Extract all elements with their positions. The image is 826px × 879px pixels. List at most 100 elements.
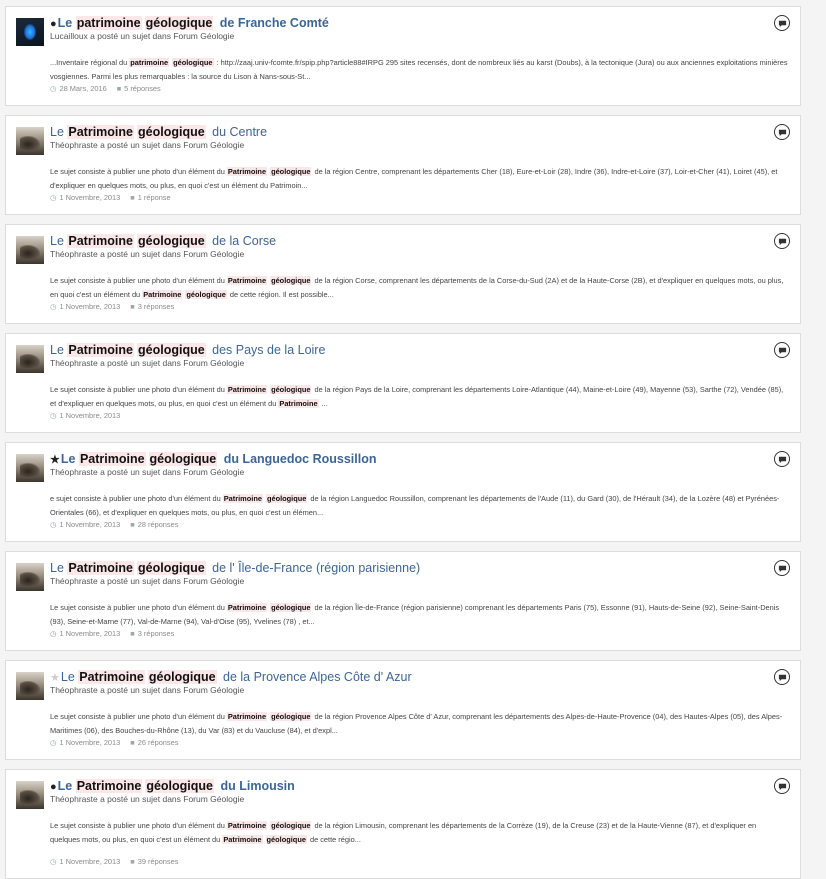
result-date[interactable]: ◷ 1 Novembre, 2013 <box>50 193 120 202</box>
result-date[interactable]: ◷ 28 Mars, 2016 <box>50 84 107 93</box>
result-title-link[interactable]: Le Patrimoine géologique de l' Île-de-Fra… <box>50 561 760 576</box>
result-meta: Théophraste a posté un sujet dans Forum … <box>50 467 245 477</box>
avatar[interactable] <box>16 563 44 591</box>
avatar[interactable] <box>16 672 44 700</box>
replies-text: 28 réponses <box>137 520 179 529</box>
snippet-text: Le sujet consiste à publier une photo d'… <box>50 167 227 176</box>
result-replies[interactable]: ■ 5 réponses <box>117 84 161 93</box>
chat-bubble-icon[interactable] <box>774 342 790 358</box>
snippet-highlight: patrimoine <box>129 58 170 67</box>
comment-icon: ■ <box>130 857 135 866</box>
clock-icon: ◷ <box>50 738 57 747</box>
chat-bubble-icon[interactable] <box>774 451 790 467</box>
replies-text: 1 réponse <box>137 193 171 202</box>
snippet-highlight: Patrimoine <box>278 399 319 408</box>
replies-text: 3 réponses <box>137 629 175 638</box>
result-date[interactable]: ◷ 1 Novembre, 2013 <box>50 411 120 420</box>
result-title-link[interactable]: ●Le Patrimoine géologique du Limousin <box>50 779 760 795</box>
result-snippet: Le sujet consiste à publier une photo d'… <box>50 819 788 847</box>
avatar[interactable] <box>16 236 44 264</box>
chat-bubble-icon[interactable] <box>774 669 790 685</box>
result-date[interactable]: ◷ 1 Novembre, 2013 <box>50 520 120 529</box>
avatar[interactable] <box>16 127 44 155</box>
result-meta: Théophraste a posté un sujet dans Forum … <box>50 249 245 259</box>
result-date[interactable]: ◷ 1 Novembre, 2013 <box>50 302 120 311</box>
snippet-highlight: Patrimoine <box>142 290 183 299</box>
snippet-highlight: géologique <box>270 712 312 721</box>
title-prefix: Le <box>50 343 68 357</box>
chat-bubble-icon[interactable] <box>774 233 790 249</box>
result-replies[interactable]: ■ 3 réponses <box>130 302 174 311</box>
result-footer: ◷ 1 Novembre, 2013 ■ 39 réponses <box>50 857 178 866</box>
snippet-highlight: Patrimoine <box>222 835 263 844</box>
result-title-link[interactable]: ●Le patrimoine géologique de Franche Comt… <box>50 16 760 32</box>
result-title-link[interactable]: Le Patrimoine géologique du Centre <box>50 125 760 140</box>
result-title-link[interactable]: ★Le Patrimoine géologique du Languedoc Ro… <box>50 452 760 468</box>
avatar[interactable] <box>16 345 44 373</box>
result-replies[interactable]: ■ 28 réponses <box>130 520 178 529</box>
date-text: 1 Novembre, 2013 <box>59 629 121 638</box>
avatar[interactable] <box>16 18 44 46</box>
result-date[interactable]: ◷ 1 Novembre, 2013 <box>50 857 120 866</box>
title-highlight: Patrimoine <box>67 234 134 248</box>
result-date[interactable]: ◷ 1 Novembre, 2013 <box>50 629 120 638</box>
snippet-highlight: Patrimoine <box>226 385 268 394</box>
avatar[interactable] <box>16 781 44 809</box>
result-replies[interactable]: ■ 3 réponses <box>130 629 174 638</box>
replies-text: 26 réponses <box>137 738 179 747</box>
result-date[interactable]: ◷ 1 Novembre, 2013 <box>50 738 120 747</box>
comment-icon: ■ <box>130 193 135 202</box>
clock-icon: ◷ <box>50 520 57 529</box>
chat-bubble-icon[interactable] <box>774 560 790 576</box>
result-card: Le Patrimoine géologique de la Corse Théop… <box>5 224 801 324</box>
date-text: 1 Novembre, 2013 <box>59 520 121 529</box>
title-suffix: de l' Île-de-France (région parisienne) <box>208 561 421 575</box>
result-meta: Théophraste a posté un sujet dans Forum … <box>50 140 245 150</box>
result-title-link[interactable]: Le Patrimoine géologique de la Corse <box>50 234 760 249</box>
chat-bubble-icon[interactable] <box>774 15 790 31</box>
avatar[interactable] <box>16 454 44 482</box>
title-suffix: du Languedoc Roussillon <box>220 452 377 466</box>
title-highlight: Patrimoine <box>75 779 143 793</box>
title-suffix: de Franche Comté <box>216 16 329 30</box>
result-replies[interactable]: ■ 1 réponse <box>130 193 170 202</box>
snippet-text: ... <box>321 399 328 408</box>
result-replies[interactable]: ■ 26 réponses <box>130 738 178 747</box>
unread-dot-icon: ● <box>50 781 57 793</box>
title-prefix: Le <box>57 779 76 793</box>
title-prefix: Le <box>57 16 76 30</box>
snippet-highlight: géologique <box>270 821 312 830</box>
snippet-text: Le sujet consiste à publier une photo d'… <box>50 821 227 830</box>
snippet-text: de cette régio... <box>309 835 361 844</box>
result-title-link[interactable]: ★Le Patrimoine géologique de la Provence … <box>50 670 760 686</box>
snippet-text: Le sujet consiste à publier une photo d'… <box>50 712 227 721</box>
title-highlight: géologique <box>148 452 218 466</box>
star-icon: ★ <box>50 454 60 466</box>
snippet-text: Le sujet consiste à publier une photo d'… <box>50 276 227 285</box>
clock-icon: ◷ <box>50 84 57 93</box>
title-prefix: Le <box>50 125 68 139</box>
date-text: 1 Novembre, 2013 <box>59 302 121 311</box>
clock-icon: ◷ <box>50 193 57 202</box>
replies-text: 3 réponses <box>137 302 175 311</box>
result-card: ★Le Patrimoine géologique du Languedoc Ro… <box>5 442 801 542</box>
snippet-highlight: Patrimoine <box>226 712 268 721</box>
chat-bubble-icon[interactable] <box>774 778 790 794</box>
result-snippet: e sujet consiste à publier une photo d'u… <box>50 492 788 520</box>
comment-icon: ■ <box>130 629 135 638</box>
title-highlight: Patrimoine <box>67 125 134 139</box>
snippet-highlight: géologique <box>265 835 307 844</box>
title-highlight: Patrimoine <box>67 343 134 357</box>
star-outline-icon: ★ <box>50 672 60 684</box>
title-highlight: patrimoine <box>75 16 142 30</box>
result-card: Le Patrimoine géologique des Pays de la L… <box>5 333 801 433</box>
snippet-highlight: géologique <box>270 385 312 394</box>
title-suffix: de la Provence Alpes Côte d' Azur <box>219 670 412 684</box>
title-suffix: des Pays de la Loire <box>208 343 326 357</box>
result-replies[interactable]: ■ 39 réponses <box>130 857 178 866</box>
chat-bubble-icon[interactable] <box>774 124 790 140</box>
result-card: ●Le patrimoine géologique de Franche Comt… <box>5 6 801 106</box>
result-title-link[interactable]: Le Patrimoine géologique des Pays de la L… <box>50 343 760 358</box>
title-highlight: Patrimoine <box>67 561 134 575</box>
result-snippet: Le sujet consiste à publier une photo d'… <box>50 274 788 302</box>
